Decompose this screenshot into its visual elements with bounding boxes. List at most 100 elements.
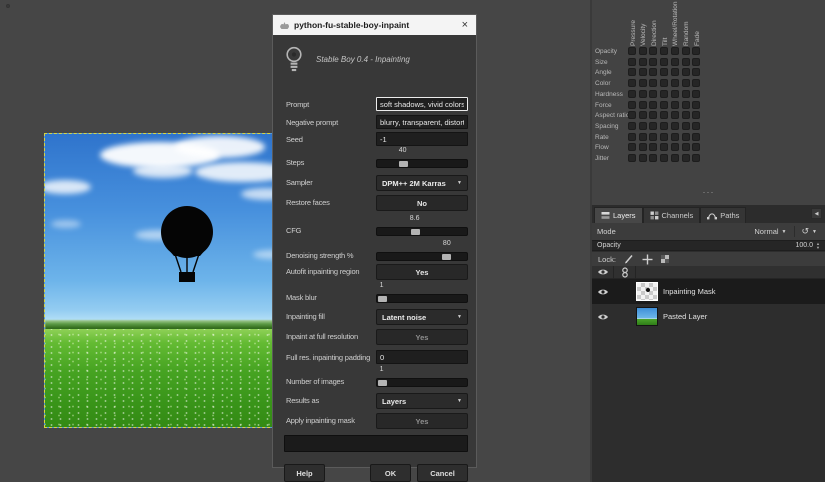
dynamics-checkbox[interactable]	[682, 133, 690, 141]
slider-handle[interactable]	[378, 296, 387, 302]
dialog-titlebar[interactable]: python-fu-stable-boy-inpaint ×	[273, 15, 476, 35]
dynamics-checkbox[interactable]	[682, 79, 690, 87]
dynamics-checkbox[interactable]	[692, 47, 700, 55]
dynamics-checkbox[interactable]	[628, 101, 636, 109]
dynamics-checkbox[interactable]	[628, 79, 636, 87]
dynamics-checkbox[interactable]	[692, 133, 700, 141]
dynamics-checkbox[interactable]	[671, 79, 679, 87]
dynamics-checkbox[interactable]	[639, 122, 647, 130]
link-column-header[interactable]	[614, 266, 636, 279]
dynamics-checkbox[interactable]	[682, 154, 690, 162]
apply-mask-toggle[interactable]: Yes	[376, 413, 468, 429]
dynamics-checkbox[interactable]	[671, 111, 679, 119]
lock-pixels-icon[interactable]	[624, 254, 634, 264]
dynamics-checkbox[interactable]	[649, 90, 657, 98]
dynamics-checkbox[interactable]	[692, 111, 700, 119]
cfg-slider[interactable]	[376, 227, 468, 236]
dynamics-checkbox[interactable]	[649, 133, 657, 141]
dynamics-checkbox[interactable]	[682, 143, 690, 151]
dynamics-checkbox[interactable]	[682, 47, 690, 55]
dynamics-checkbox[interactable]	[639, 58, 647, 66]
lock-position-icon[interactable]	[642, 254, 653, 265]
dynamics-checkbox[interactable]	[639, 101, 647, 109]
dynamics-checkbox[interactable]	[671, 143, 679, 151]
slider-handle[interactable]	[378, 380, 387, 386]
steps-slider[interactable]	[376, 159, 468, 168]
dynamics-checkbox[interactable]	[660, 47, 668, 55]
dynamics-checkbox[interactable]	[682, 101, 690, 109]
layer-row-inpainting-mask[interactable]: Inpainting Mask	[592, 279, 825, 304]
tab-layers[interactable]: Layers	[594, 207, 643, 223]
slider-handle[interactable]	[442, 254, 451, 260]
dynamics-checkbox[interactable]	[692, 90, 700, 98]
dynamics-checkbox[interactable]	[639, 90, 647, 98]
dynamics-checkbox[interactable]	[660, 154, 668, 162]
dynamics-checkbox[interactable]	[660, 133, 668, 141]
slider-handle[interactable]	[399, 161, 408, 167]
dynamics-checkbox[interactable]	[682, 111, 690, 119]
prompt-input[interactable]	[376, 97, 468, 111]
layer-name[interactable]: Pasted Layer	[663, 312, 707, 321]
dynamics-checkbox[interactable]	[692, 143, 700, 151]
dynamics-checkbox[interactable]	[660, 122, 668, 130]
dynamics-checkbox[interactable]	[692, 101, 700, 109]
layer-thumbnail-pasted[interactable]	[636, 307, 658, 326]
dynamics-checkbox[interactable]	[682, 90, 690, 98]
blend-space-select[interactable]: ↺ ▼	[799, 226, 821, 237]
dynamics-checkbox[interactable]	[628, 58, 636, 66]
dynamics-checkbox[interactable]	[639, 68, 647, 76]
dynamics-checkbox[interactable]	[671, 68, 679, 76]
ok-button[interactable]: OK	[370, 464, 411, 482]
number-of-images-slider[interactable]	[376, 378, 468, 387]
dynamics-checkbox[interactable]	[649, 143, 657, 151]
dynamics-checkbox[interactable]	[682, 58, 690, 66]
dynamics-checkbox[interactable]	[660, 101, 668, 109]
layer-thumbnail-mask[interactable]	[636, 282, 658, 301]
negative-prompt-input[interactable]	[376, 115, 468, 129]
visibility-column-header[interactable]	[592, 266, 614, 279]
layer-row-pasted-layer[interactable]: Pasted Layer	[592, 304, 825, 329]
dock-menu-button[interactable]: ◀	[811, 208, 822, 219]
dynamics-checkbox[interactable]	[649, 122, 657, 130]
tab-paths[interactable]: Paths	[700, 207, 746, 223]
slider-handle[interactable]	[411, 229, 420, 235]
dynamics-checkbox[interactable]	[660, 58, 668, 66]
close-icon[interactable]: ×	[460, 20, 470, 31]
dynamics-checkbox[interactable]	[671, 122, 679, 130]
dynamics-checkbox[interactable]	[660, 143, 668, 151]
dynamics-checkbox[interactable]	[660, 68, 668, 76]
dynamics-checkbox[interactable]	[649, 154, 657, 162]
dynamics-checkbox[interactable]	[639, 133, 647, 141]
help-button[interactable]: Help	[284, 464, 325, 482]
dynamics-checkbox[interactable]	[671, 101, 679, 109]
dynamics-checkbox[interactable]	[660, 79, 668, 87]
dynamics-checkbox[interactable]	[649, 58, 657, 66]
full-resolution-toggle[interactable]: Yes	[376, 329, 468, 345]
results-as-select[interactable]: Layers ▼	[376, 393, 468, 409]
dynamics-checkbox[interactable]	[649, 68, 657, 76]
cancel-button[interactable]: Cancel	[417, 464, 468, 482]
dynamics-checkbox[interactable]	[649, 47, 657, 55]
dynamics-checkbox[interactable]	[692, 68, 700, 76]
dynamics-checkbox[interactable]	[628, 90, 636, 98]
inpainting-fill-select[interactable]: Latent noise ▼	[376, 309, 468, 325]
mode-select[interactable]: Normal ▼	[751, 227, 789, 236]
dynamics-checkbox[interactable]	[628, 122, 636, 130]
dynamics-checkbox[interactable]	[692, 154, 700, 162]
dynamics-checkbox[interactable]	[682, 122, 690, 130]
dynamics-checkbox[interactable]	[628, 68, 636, 76]
mask-blur-slider[interactable]	[376, 294, 468, 303]
dynamics-checkbox[interactable]	[671, 154, 679, 162]
dynamics-checkbox[interactable]	[660, 90, 668, 98]
dynamics-checkbox[interactable]	[639, 111, 647, 119]
canvas-image[interactable]	[44, 133, 290, 428]
dynamics-checkbox[interactable]	[628, 133, 636, 141]
dock-resize-handle[interactable]: ···	[592, 188, 825, 197]
autofit-region-toggle[interactable]: Yes	[376, 264, 468, 280]
lock-alpha-icon[interactable]	[661, 255, 669, 263]
padding-input[interactable]	[376, 350, 468, 364]
dynamics-checkbox[interactable]	[692, 122, 700, 130]
dynamics-checkbox[interactable]	[649, 79, 657, 87]
dynamics-checkbox[interactable]	[671, 58, 679, 66]
denoising-strength-slider[interactable]	[376, 252, 468, 261]
